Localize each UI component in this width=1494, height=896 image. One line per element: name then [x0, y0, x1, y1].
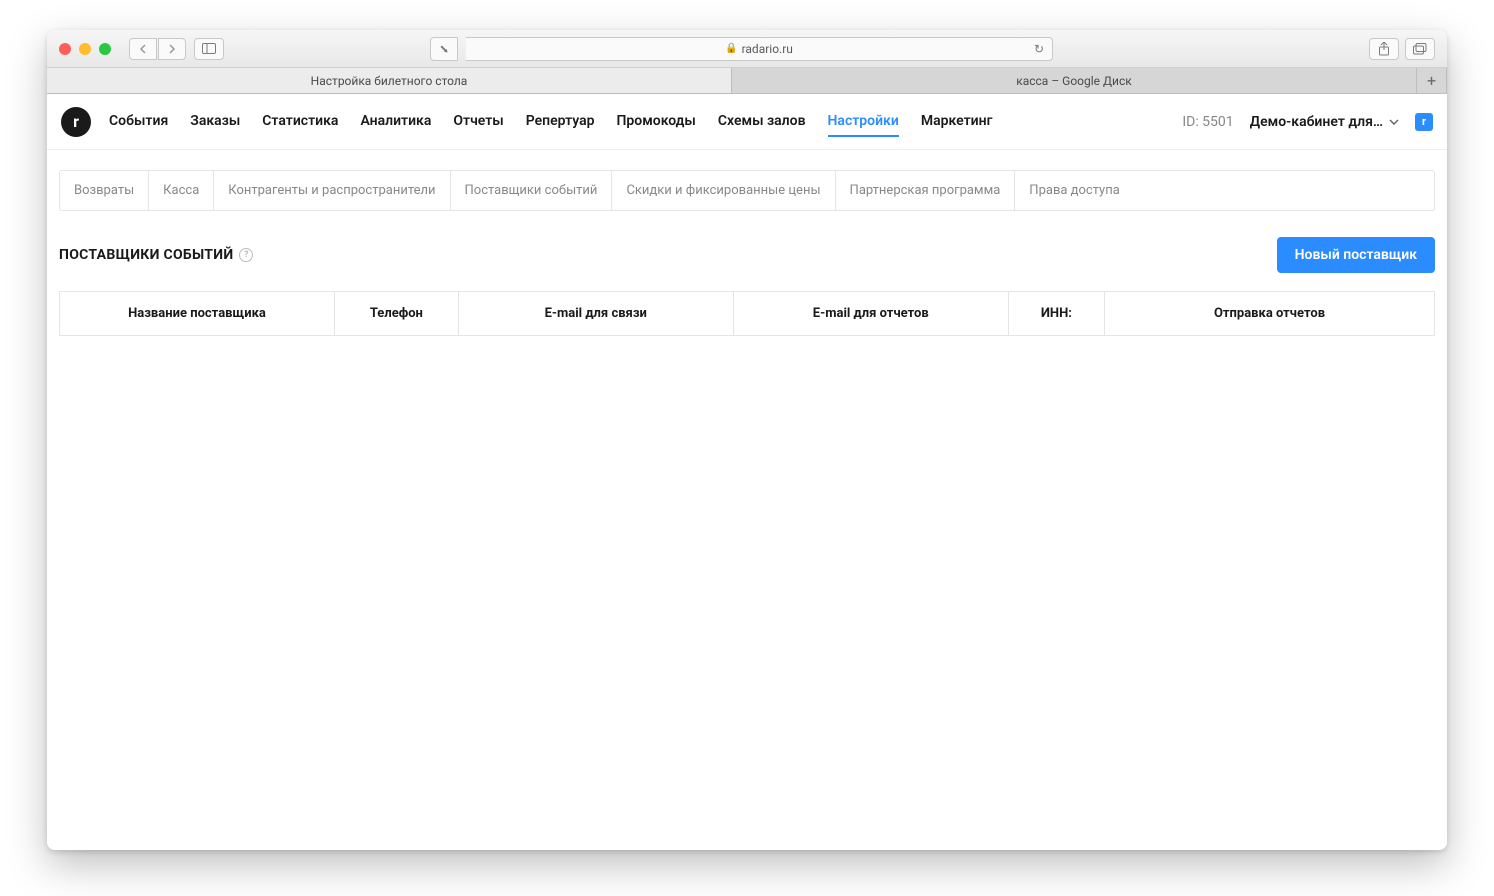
nav-right: ID: 5501 Демо-кабинет для… r — [1182, 113, 1433, 131]
subnav-suppliers[interactable]: Поставщики событий — [451, 171, 613, 210]
nav-orders[interactable]: Заказы — [190, 107, 240, 137]
suppliers-table: Название поставщика Телефон E-mail для с… — [59, 291, 1435, 336]
tabs-button[interactable] — [1405, 38, 1435, 60]
toolbar-right — [1369, 38, 1435, 60]
new-supplier-button[interactable]: Новый поставщик — [1277, 237, 1435, 273]
close-icon[interactable] — [59, 43, 71, 55]
th-send: Отправка отчетов — [1105, 292, 1435, 336]
subnav-returns[interactable]: Возвраты — [60, 171, 149, 210]
subnav-cashier[interactable]: Касса — [149, 171, 214, 210]
th-phone: Телефон — [335, 292, 459, 336]
tab-label: касса – Google Диск — [1016, 74, 1132, 88]
nav-repertoire[interactable]: Репертуар — [526, 107, 595, 137]
account-menu[interactable]: Демо-кабинет для… — [1250, 114, 1399, 130]
nav-items: События Заказы Статистика Аналитика Отче… — [109, 107, 992, 137]
th-email: E-mail для связи — [458, 292, 733, 336]
help-icon[interactable]: ? — [239, 248, 253, 262]
maximize-icon[interactable] — [99, 43, 111, 55]
sidebar-toggle[interactable] — [194, 38, 224, 60]
nav-buttons — [129, 38, 186, 60]
page-content: r События Заказы Статистика Аналитика От… — [47, 94, 1447, 850]
share-button[interactable] — [1369, 38, 1399, 60]
page-title: ПОСТАВЩИКИ СОБЫТИЙ ? — [59, 247, 253, 263]
forward-button[interactable] — [158, 38, 186, 60]
address-bar[interactable]: 🔒 radario.ru ↻ — [466, 37, 1053, 61]
nav-stats[interactable]: Статистика — [262, 107, 338, 137]
th-inn: ИНН: — [1008, 292, 1104, 336]
new-tab-button[interactable]: + — [1417, 68, 1447, 93]
browser-tab-0[interactable]: Настройка билетного стола — [47, 68, 732, 93]
reload-icon[interactable]: ↻ — [1034, 42, 1044, 56]
window-controls — [59, 43, 111, 55]
lock-icon: 🔒 — [725, 43, 737, 54]
subnav-agents[interactable]: Контрагенты и распространители — [214, 171, 450, 210]
browser-tab-1[interactable]: касса – Google Диск — [732, 68, 1417, 93]
nav-halls[interactable]: Схемы залов — [718, 107, 806, 137]
tab-label: Настройка билетного стола — [311, 74, 468, 88]
titlebar: 🔒 radario.ru ↻ — [47, 30, 1447, 68]
nav-events[interactable]: События — [109, 107, 168, 137]
logo[interactable]: r — [61, 107, 91, 137]
nav-settings[interactable]: Настройки — [828, 107, 899, 137]
nav-reports[interactable]: Отчеты — [453, 107, 503, 137]
back-button[interactable] — [129, 38, 157, 60]
chevron-down-icon — [1389, 119, 1399, 125]
subnav-access[interactable]: Права доступа — [1015, 171, 1134, 210]
nav-analytics[interactable]: Аналитика — [360, 107, 431, 137]
app-nav: r События Заказы Статистика Аналитика От… — [47, 94, 1447, 150]
browser-tabs: Настройка билетного стола касса – Google… — [47, 68, 1447, 94]
nav-promo[interactable]: Промокоды — [617, 107, 696, 137]
minimize-icon[interactable] — [79, 43, 91, 55]
url-text: radario.ru — [742, 42, 793, 56]
app-badge-icon[interactable]: r — [1415, 113, 1433, 131]
settings-subnav: Возвраты Касса Контрагенты и распростран… — [59, 170, 1435, 211]
subnav-partners[interactable]: Партнерская программа — [836, 171, 1016, 210]
reader-button[interactable] — [430, 37, 458, 61]
subnav-discounts[interactable]: Скидки и фиксированные цены — [612, 171, 835, 210]
browser-window: 🔒 radario.ru ↻ Настройка билетного стола… — [47, 30, 1447, 850]
page-header: ПОСТАВЩИКИ СОБЫТИЙ ? Новый поставщик — [47, 211, 1447, 291]
account-id: ID: 5501 — [1182, 114, 1233, 130]
account-name: Демо-кабинет для… — [1250, 114, 1383, 130]
nav-marketing[interactable]: Маркетинг — [921, 107, 993, 137]
th-report-email: E-mail для отчетов — [733, 292, 1008, 336]
th-name: Название поставщика — [60, 292, 335, 336]
